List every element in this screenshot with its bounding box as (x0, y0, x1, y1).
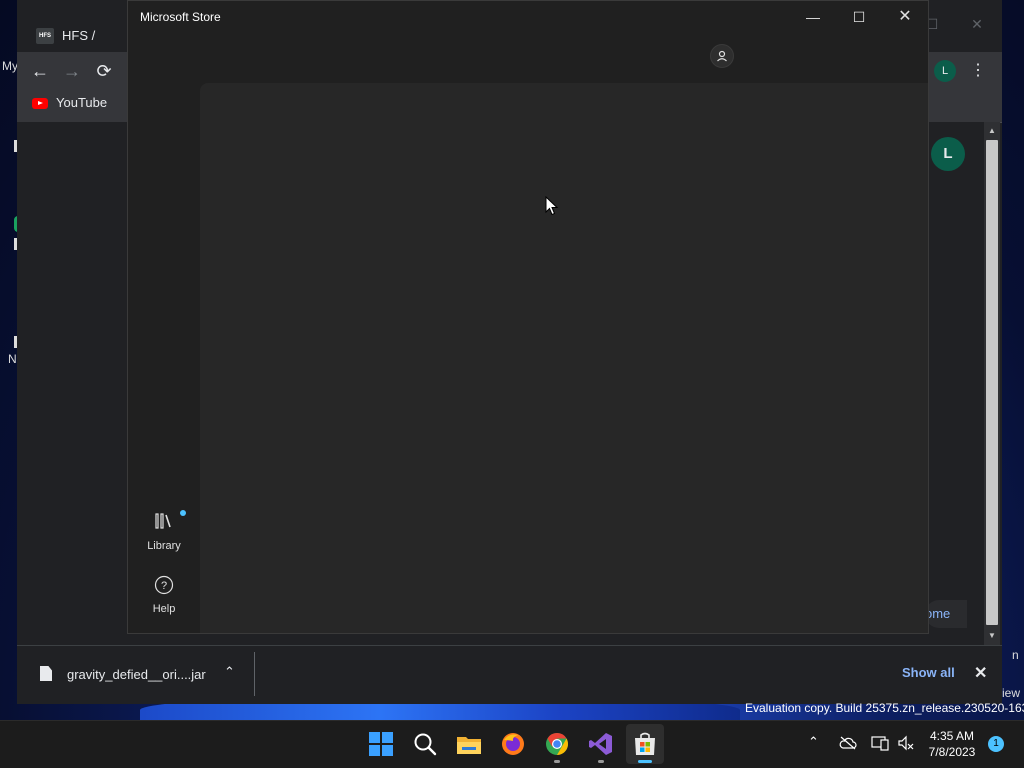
back-arrow-icon[interactable]: ← (29, 60, 51, 82)
volume-muted-icon[interactable] (897, 735, 915, 756)
chrome-tab-hfs[interactable]: HFS HFS / (30, 20, 130, 52)
mouse-cursor-icon (545, 196, 559, 216)
store-nav-help[interactable]: ? Help (140, 575, 188, 615)
store-account-button[interactable] (710, 44, 734, 68)
store-nav-help-label: Help (152, 603, 176, 615)
bookmark-youtube-label: YouTube (56, 95, 108, 110)
close-icon[interactable]: ✕ (882, 6, 928, 28)
library-icon (155, 513, 171, 529)
microsoft-store-icon[interactable] (632, 731, 658, 757)
show-hidden-icons-chevron-icon[interactable]: ⌃ (808, 734, 819, 750)
scroll-up-arrow-icon[interactable]: ▲ (984, 123, 1000, 139)
visual-studio-icon[interactable] (588, 731, 614, 757)
desktop-label-fragment: My (2, 59, 18, 73)
network-icon[interactable] (871, 735, 889, 756)
visual-studio-running-indicator (598, 760, 604, 763)
scrollbar-thumb[interactable] (986, 140, 998, 625)
desktop-text-fragment: n (1012, 648, 1019, 662)
account-icon (717, 50, 727, 62)
downloads-divider (254, 652, 255, 696)
close-downloads-icon[interactable]: ✕ (974, 663, 987, 683)
search-icon[interactable] (412, 731, 438, 757)
page-pill-button[interactable]: ome (925, 600, 967, 628)
firefox-icon[interactable] (500, 731, 526, 757)
chevron-up-icon[interactable]: ⌃ (224, 664, 235, 680)
chrome-icon[interactable] (544, 731, 570, 757)
store-window-title: Microsoft Store (140, 10, 221, 24)
hfs-favicon-icon: HFS (36, 28, 54, 44)
chrome-running-indicator (554, 760, 560, 763)
store-content-area (200, 83, 928, 633)
chrome-tab-title: HFS / (62, 28, 96, 43)
chrome-menu-kebab-icon[interactable]: ⋮ (970, 60, 986, 82)
microsoft-store-active-indicator (638, 760, 652, 763)
store-nav-library[interactable]: Library (140, 512, 188, 552)
store-nav-library-label: Library (147, 540, 181, 552)
help-icon: ? (154, 575, 174, 595)
minimize-icon[interactable]: — (790, 6, 836, 28)
taskbar-time: 4:35 AM (929, 729, 975, 743)
taskbar-clock[interactable]: 4:35 AM 7/8/2023 (927, 728, 977, 760)
chrome-close-icon[interactable]: ✕ (967, 16, 987, 34)
file-explorer-icon[interactable] (456, 731, 482, 757)
download-filename[interactable]: gravity_defied__ori....jar (67, 667, 206, 682)
onedrive-offline-icon[interactable] (839, 736, 857, 755)
desktop-label-fragment: N (8, 352, 17, 366)
svg-text:?: ? (161, 580, 167, 592)
page-account-avatar[interactable]: L (931, 137, 965, 171)
forward-arrow-icon[interactable]: → (61, 60, 83, 82)
start-icon[interactable] (368, 731, 394, 757)
evaluation-watermark: Evaluation copy. Build 25375.zn_release.… (745, 701, 1024, 715)
library-update-badge (180, 510, 186, 516)
show-all-downloads-button[interactable]: Show all (902, 665, 955, 680)
chrome-profile-avatar[interactable]: L (934, 60, 956, 82)
bookmark-youtube[interactable]: YouTube (32, 95, 107, 113)
notification-badge[interactable]: 1 (988, 736, 1004, 752)
scroll-down-arrow-icon[interactable]: ▼ (984, 628, 1000, 644)
taskbar-date: 7/8/2023 (928, 745, 976, 759)
reload-icon[interactable]: ⟳ (93, 60, 115, 82)
maximize-icon[interactable]: ☐ (836, 6, 882, 28)
youtube-logo-icon (32, 98, 48, 110)
desktop-text-fragment: iew (1002, 686, 1021, 700)
